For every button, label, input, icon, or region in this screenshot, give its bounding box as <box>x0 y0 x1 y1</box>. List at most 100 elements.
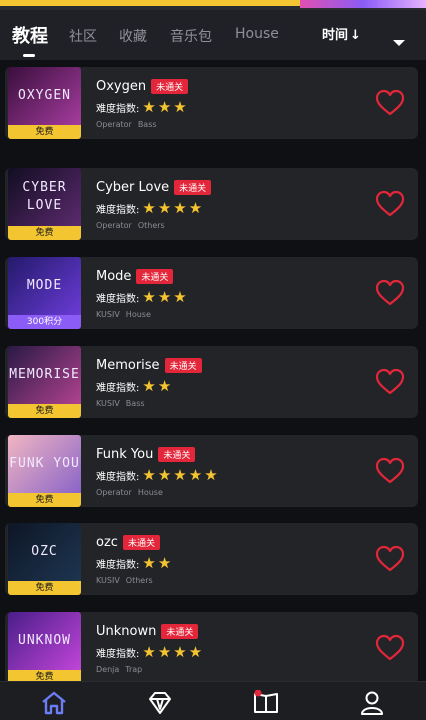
chevron-down-icon[interactable] <box>393 40 405 46</box>
cover-art: OZC <box>8 523 81 581</box>
song-title: Oxygen <box>96 79 147 94</box>
home-icon <box>42 691 66 715</box>
star-icon: ★ <box>173 643 187 661</box>
nav-profile-button[interactable] <box>358 690 386 716</box>
difficulty-rating: 难度指数: ★ ★ ★ <box>96 98 189 116</box>
song-cover[interactable]: CYBER LOVE 免费 <box>8 168 81 240</box>
difficulty-label: 难度指数: <box>96 649 140 660</box>
difficulty-label: 难度指数: <box>96 383 140 394</box>
song-title: Cyber Love <box>96 180 170 195</box>
artist-tag: KUSIV <box>96 576 120 585</box>
song-card[interactable]: CYBER LOVE 免费 Cyber Love 未通关难度指数: ★ ★ ★ ★ Operat… <box>5 168 418 240</box>
star-icon: ★ <box>142 288 156 306</box>
cover-art: OXYGEN <box>8 67 81 125</box>
star-icon: ★ <box>173 288 187 306</box>
status-badge: 未通关 <box>136 269 174 284</box>
price-label: 免费 <box>8 670 81 681</box>
difficulty-label: 难度指数: <box>96 472 140 483</box>
song-cover[interactable]: MEMORISE 免费 <box>8 346 81 418</box>
price-label: 300积分 <box>8 315 81 329</box>
genre-tag: Trap <box>125 665 143 674</box>
difficulty-rating: 难度指数: ★ ★ ★ ★ <box>96 643 204 661</box>
song-cover[interactable]: FUNK YOU 免费 <box>8 435 81 507</box>
song-card[interactable]: OXYGEN 免费 Oxygen 未通关 难度指数: ★ ★ ★ Operator Bass <box>5 67 418 139</box>
heart-icon[interactable] <box>375 279 405 307</box>
cover-art: FUNK YOU <box>8 435 81 493</box>
tab-tutorial[interactable]: 教程 <box>12 22 48 48</box>
tab-community[interactable]: 社区 <box>69 26 97 46</box>
song-cover[interactable]: OXYGEN 免费 <box>8 67 81 139</box>
genre-tag: Others <box>137 221 165 230</box>
song-cover[interactable]: MODE 300积分 <box>8 257 81 329</box>
star-icon: ★ <box>188 643 203 661</box>
price-label: 免费 <box>8 404 81 418</box>
star-icon: ★ <box>173 98 187 116</box>
song-card[interactable]: FUNK YOU 免费 Funk You 未通关 难度指数: ★ ★ ★ ★ ★ Operator H… <box>5 435 418 507</box>
sort-by-time-button[interactable]: 时间 ↓ <box>322 24 361 43</box>
artist-tag: Denja <box>96 665 120 674</box>
star-icon: ★ <box>142 98 156 116</box>
status-badge: 未通关 <box>164 358 202 373</box>
song-card[interactable]: UNKNOW 免费 Unknown 未通关难度指数: ★ ★ ★ ★ Denja Trap <box>5 612 418 681</box>
heart-icon[interactable] <box>375 368 405 396</box>
song-list[interactable]: OXYGEN 免费 Oxygen 未通关 难度指数: ★ ★ ★ Operator Bass CYB… <box>0 60 426 681</box>
star-icon: ★ <box>142 199 156 217</box>
difficulty-label: 难度指数: <box>96 104 140 115</box>
song-card[interactable]: MEMORISE 免费 Memorise 未通关 难度指数: ★ ★ KUSIV Bass <box>5 346 418 418</box>
sort-arrow-icon: ↓ <box>350 28 361 43</box>
nav-library-button[interactable] <box>252 689 280 716</box>
star-icon: ★ <box>142 466 156 484</box>
heart-icon[interactable] <box>375 190 405 218</box>
nav-home-button[interactable] <box>40 690 68 716</box>
heart-icon[interactable] <box>375 545 405 573</box>
price-label: 免费 <box>8 493 81 507</box>
artist-tag: KUSIV <box>96 399 120 408</box>
song-cover[interactable]: OZC 免费 <box>8 523 81 595</box>
sort-label: 时间 <box>322 28 349 43</box>
tab-house[interactable]: House <box>235 26 279 42</box>
heart-icon[interactable] <box>375 634 405 662</box>
heart-icon[interactable] <box>375 457 405 485</box>
song-card[interactable]: MODE 300积分 Mode 未通关 难度指数: ★ ★ ★ KUSIV House <box>5 257 418 329</box>
artist-tag: Operator <box>96 221 132 230</box>
star-icon: ★ <box>157 466 172 484</box>
price-label: 免费 <box>8 125 81 139</box>
artist-tag: Operator <box>96 120 132 129</box>
star-icon: ★ <box>188 199 203 217</box>
heart-icon[interactable] <box>375 89 405 117</box>
top-banner-strip <box>0 0 426 10</box>
cover-art: MEMORISE <box>8 346 81 404</box>
cover-art: CYBER LOVE <box>8 168 81 226</box>
song-title: Funk You <box>96 447 154 462</box>
status-badge: 未通关 <box>151 79 189 94</box>
tab-music-pack[interactable]: 音乐包 <box>170 26 212 46</box>
category-tabs: 教程 社区 收藏 音乐包 House 时间 ↓ <box>0 10 426 60</box>
difficulty-rating: 难度指数: ★ ★ ★ ★ <box>96 199 204 217</box>
price-label: 免费 <box>8 581 81 595</box>
status-badge: 未通关 <box>161 624 199 639</box>
genre-tag: House <box>137 488 163 497</box>
song-cover[interactable]: UNKNOW 免费 <box>8 612 81 681</box>
star-icon: ★ <box>204 466 218 484</box>
star-icon: ★ <box>142 554 156 572</box>
cover-art: UNKNOW <box>8 612 81 670</box>
star-icon: ★ <box>188 466 203 484</box>
song-title: Unknown <box>96 624 157 639</box>
difficulty-label: 难度指数: <box>96 205 140 216</box>
star-icon: ★ <box>173 199 187 217</box>
song-card[interactable]: OZC 免费 ozc 未通关 难度指数: ★ ★ KUSIV Others <box>5 523 418 595</box>
star-icon: ★ <box>142 643 156 661</box>
status-badge: 未通关 <box>174 180 212 195</box>
book-icon <box>254 689 278 713</box>
bottom-nav-bar <box>0 681 426 720</box>
star-icon: ★ <box>157 98 172 116</box>
difficulty-rating: 难度指数: ★ ★ <box>96 377 173 395</box>
user-icon <box>361 691 383 715</box>
star-icon: ★ <box>157 377 172 395</box>
genre-tag: Bass <box>137 120 157 129</box>
tab-favorites[interactable]: 收藏 <box>119 26 147 46</box>
artist-tag: KUSIV <box>96 310 120 319</box>
diamond-icon <box>149 692 171 714</box>
difficulty-label: 难度指数: <box>96 294 140 305</box>
nav-store-button[interactable] <box>146 690 174 716</box>
